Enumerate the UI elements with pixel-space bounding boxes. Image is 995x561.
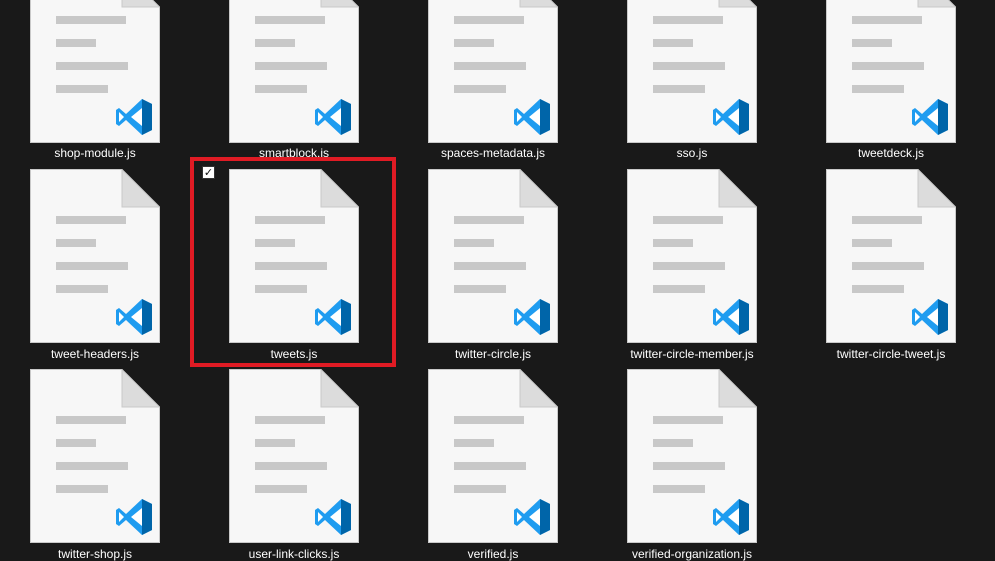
file-name-label[interactable]: twitter-circle.js: [398, 347, 588, 361]
file-name-label[interactable]: verified-organization.js: [597, 547, 787, 561]
file-name-label[interactable]: verified.js: [398, 547, 588, 561]
vscode-js-file-icon: [229, 369, 359, 543]
vscode-js-file-icon: [428, 169, 558, 343]
file-name-label[interactable]: shop-module.js: [0, 146, 190, 160]
vscode-js-file-icon: [627, 369, 757, 543]
file-name-label[interactable]: sso.js: [597, 146, 787, 160]
vscode-js-file-icon: [229, 0, 359, 143]
file-name-label[interactable]: twitter-circle-member.js: [597, 347, 787, 361]
vscode-js-file-icon: [229, 169, 359, 343]
file-name-label[interactable]: tweet-headers.js: [0, 347, 190, 361]
vscode-js-file-icon: [30, 169, 160, 343]
vscode-js-file-icon: [30, 0, 160, 143]
vscode-js-file-icon: [428, 0, 558, 143]
file-grid: shop-module.js smartblock.js spaces-metada…: [0, 0, 995, 561]
selection-checkbox[interactable]: ✓: [202, 166, 215, 179]
file-name-label[interactable]: smartblock.js: [199, 146, 389, 160]
vscode-js-file-icon: [826, 169, 956, 343]
vscode-js-file-icon: [30, 369, 160, 543]
vscode-js-file-icon: [627, 0, 757, 143]
file-name-label[interactable]: user-link-clicks.js: [199, 547, 389, 561]
file-name-label[interactable]: twitter-shop.js: [0, 547, 190, 561]
file-name-label[interactable]: tweetdeck.js: [796, 146, 986, 160]
vscode-js-file-icon: [627, 169, 757, 343]
file-name-label[interactable]: spaces-metadata.js: [398, 146, 588, 160]
vscode-js-file-icon: [428, 369, 558, 543]
file-name-label[interactable]: tweets.js: [199, 347, 389, 361]
file-name-label[interactable]: twitter-circle-tweet.js: [796, 347, 986, 361]
vscode-js-file-icon: [826, 0, 956, 143]
